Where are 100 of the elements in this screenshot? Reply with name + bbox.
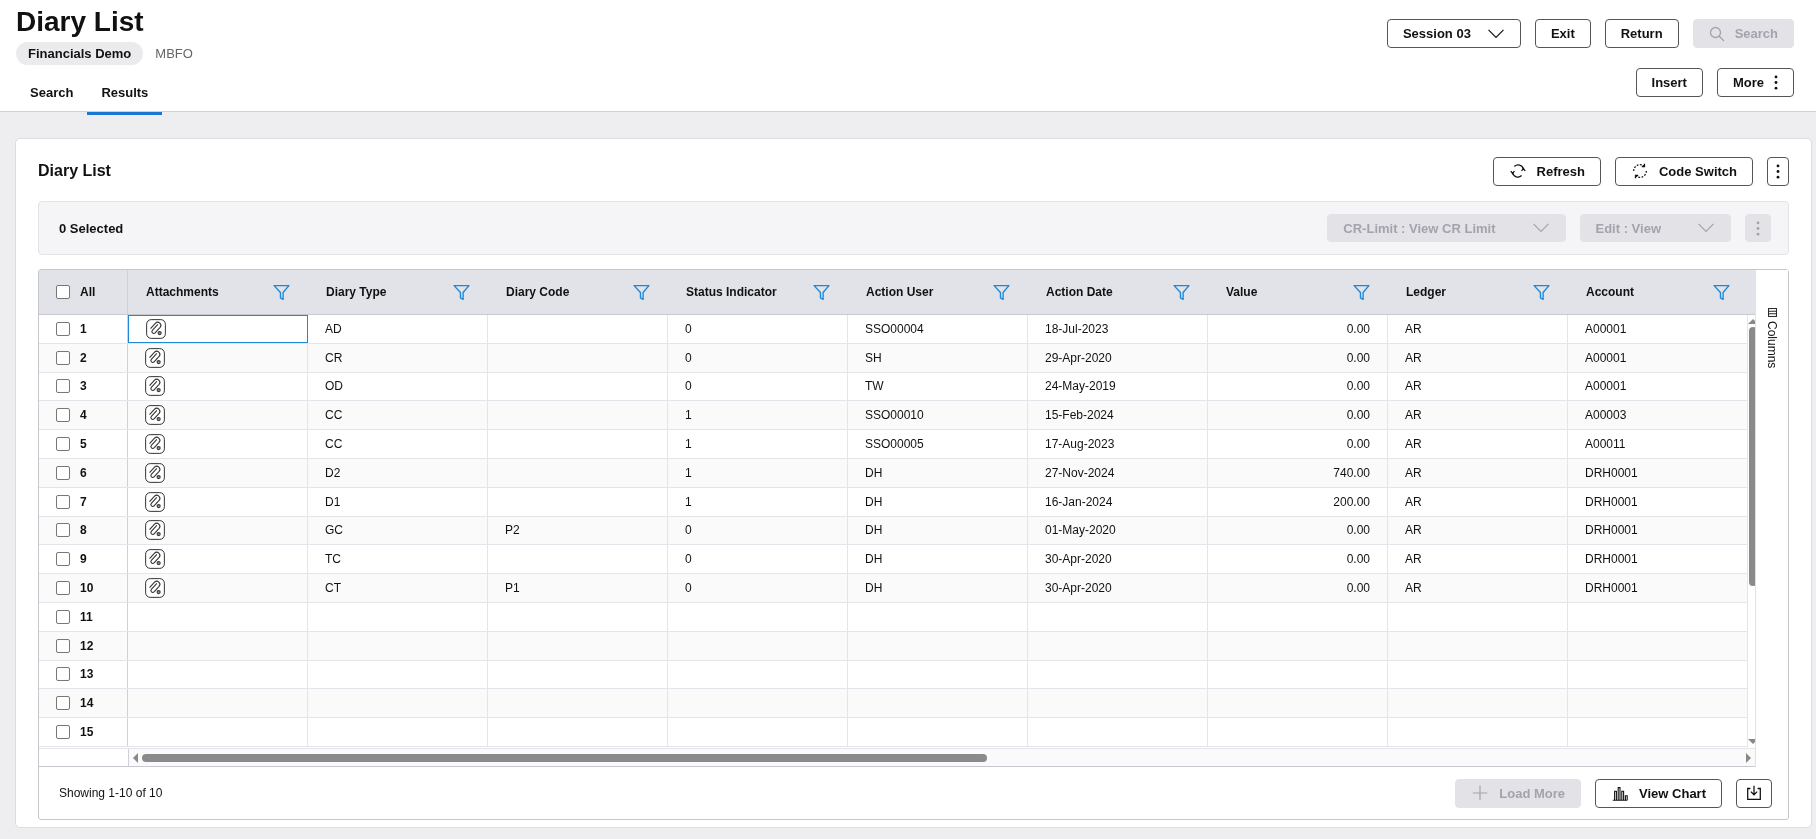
table-cell: SH	[865, 350, 882, 365]
row-number: 5	[80, 437, 87, 452]
table-cell: OD	[325, 379, 343, 394]
column-header: Diary Type	[326, 285, 387, 299]
paperclip-icon[interactable]	[146, 318, 166, 339]
filter-icon[interactable]	[633, 283, 650, 301]
table-cell: CT	[325, 581, 341, 596]
table-cell: 0	[685, 379, 692, 394]
tab[interactable]: Search	[16, 78, 88, 115]
chevron-down-icon	[1531, 223, 1550, 233]
paperclip-icon[interactable]	[145, 405, 165, 426]
filter-icon[interactable]	[453, 283, 470, 301]
download-button[interactable]	[1736, 778, 1772, 808]
paperclip-icon[interactable]	[145, 376, 165, 397]
horizontal-scrollbar[interactable]	[129, 749, 1755, 766]
filter-icon[interactable]	[1353, 283, 1370, 301]
row-number: 12	[80, 638, 94, 653]
checkbox[interactable]	[56, 667, 70, 682]
column-header: Account	[1586, 285, 1634, 299]
paperclip-icon[interactable]	[145, 520, 165, 541]
table-cell: 16-Jan-2024	[1045, 494, 1113, 509]
plus-icon	[1471, 784, 1490, 802]
sync-icon	[1631, 162, 1649, 180]
filter-icon[interactable]	[993, 283, 1010, 301]
filter-icon[interactable]	[1173, 283, 1190, 301]
column-header: Diary Code	[506, 285, 570, 299]
filter-icon[interactable]	[273, 283, 290, 301]
table-cell: P2	[505, 523, 520, 538]
filter-icon[interactable]	[1533, 283, 1550, 301]
kebab-icon	[1776, 163, 1780, 179]
paperclip-icon[interactable]	[145, 347, 165, 368]
focused-cell[interactable]	[128, 315, 308, 343]
checkbox[interactable]	[56, 609, 70, 624]
row-number: 15	[80, 725, 94, 740]
checkbox[interactable]	[56, 638, 70, 653]
table-cell: 0.00	[1346, 321, 1370, 336]
checkbox[interactable]	[56, 523, 70, 538]
paperclip-icon[interactable]	[145, 578, 165, 599]
code-switch-button[interactable]: Code Switch	[1615, 156, 1753, 186]
table-cell: 1	[685, 408, 692, 423]
paperclip-icon[interactable]	[145, 549, 165, 570]
table-cell: AR	[1405, 523, 1422, 538]
checkbox[interactable]	[56, 725, 70, 740]
table-cell: CC	[325, 437, 343, 452]
row-number: 6	[80, 465, 87, 480]
action-button[interactable]: Return	[1604, 19, 1679, 48]
table-cell: 0	[685, 350, 692, 365]
table-cell: 01-May-2020	[1045, 523, 1116, 538]
session-dropdown[interactable]: Session 03	[1386, 19, 1521, 48]
tab[interactable]: Results	[87, 78, 163, 115]
checkbox[interactable]	[56, 379, 70, 394]
table-cell: SSO00004	[865, 321, 924, 336]
column-header: Action Date	[1046, 285, 1113, 299]
paperclip-icon[interactable]	[145, 462, 165, 483]
table-cell: 0.00	[1346, 552, 1370, 567]
chevron-down-icon	[1486, 28, 1505, 39]
checkbox[interactable]	[56, 350, 70, 365]
row-number: 4	[80, 408, 87, 423]
table-cell: A00001	[1585, 321, 1627, 336]
table-cell: DRH0001	[1585, 552, 1638, 567]
table-cell: AD	[325, 321, 342, 336]
checkbox[interactable]	[56, 465, 70, 480]
columns-panel-tab[interactable]: Columns	[1755, 270, 1788, 767]
checkbox[interactable]	[56, 696, 70, 711]
more-button[interactable]: More	[1716, 68, 1794, 97]
kebab-button[interactable]	[1767, 156, 1789, 186]
paperclip-icon[interactable]	[145, 491, 165, 512]
table-cell: DH	[865, 465, 883, 480]
checkbox[interactable]	[56, 494, 70, 509]
checkbox[interactable]	[56, 408, 70, 423]
refresh-button[interactable]: Refresh	[1492, 156, 1601, 186]
columns-icon	[1767, 308, 1777, 317]
checkbox[interactable]	[56, 285, 70, 299]
table-cell: DRH0001	[1585, 494, 1638, 509]
table-cell: SSO00005	[865, 437, 924, 452]
table-cell: DRH0001	[1585, 581, 1638, 596]
paperclip-icon[interactable]	[145, 434, 165, 455]
table-cell: A00011	[1585, 437, 1626, 452]
table-cell: DH	[865, 552, 883, 567]
table-cell: TW	[865, 379, 884, 394]
table-cell: DRH0001	[1585, 523, 1638, 538]
search-icon	[1708, 25, 1725, 42]
checkbox[interactable]	[56, 581, 70, 596]
table-cell: 30-Apr-2020	[1045, 552, 1112, 567]
table-cell: AR	[1405, 408, 1422, 423]
action-button[interactable]: Exit	[1534, 19, 1591, 48]
table-cell: CC	[325, 408, 343, 423]
column-header: All	[80, 285, 96, 299]
filter-icon[interactable]	[813, 283, 830, 301]
insert-button[interactable]: Insert	[1635, 68, 1703, 97]
checkbox[interactable]	[56, 552, 70, 567]
filter-icon[interactable]	[1713, 283, 1730, 301]
row-number: 2	[80, 350, 87, 365]
view-chart-button[interactable]: View Chart	[1595, 778, 1722, 808]
card-title: Diary List	[38, 162, 111, 180]
row-number: 9	[80, 552, 87, 567]
row-number: 11	[80, 609, 93, 624]
table-cell: 30-Apr-2020	[1045, 581, 1112, 596]
checkbox[interactable]	[56, 437, 70, 452]
checkbox[interactable]	[56, 321, 70, 336]
